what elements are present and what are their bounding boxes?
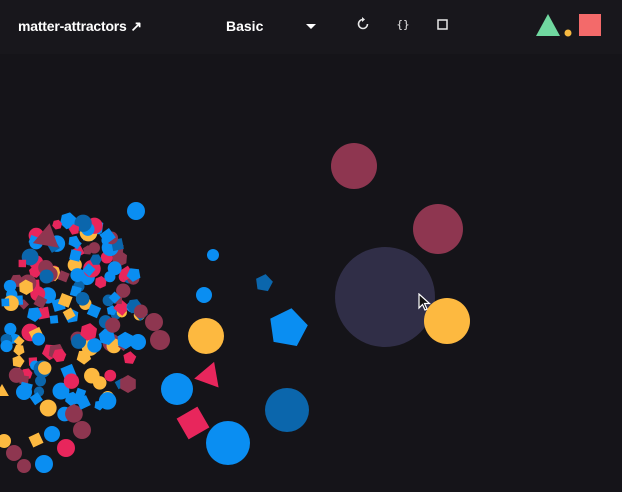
- circle-body[interactable]: [161, 373, 193, 405]
- cluster-body[interactable]: [13, 344, 25, 356]
- circle-body[interactable]: [145, 313, 163, 331]
- circle-body[interactable]: [6, 445, 22, 461]
- circle-body[interactable]: [44, 426, 60, 442]
- source-code-icon: {}: [396, 18, 409, 31]
- circle-body[interactable]: [16, 384, 32, 400]
- circle-body[interactable]: [17, 459, 31, 473]
- cluster-body[interactable]: [39, 399, 57, 417]
- polygon-body[interactable]: [176, 406, 210, 440]
- example-select-value: Basic: [226, 18, 264, 34]
- mouse-cursor-icon: [418, 293, 432, 311]
- circle-body[interactable]: [127, 202, 145, 220]
- circle-body[interactable]: [331, 143, 377, 189]
- circle-body[interactable]: [0, 434, 11, 448]
- logo-square-icon: [579, 14, 601, 36]
- polygon-body[interactable]: [28, 432, 44, 448]
- cluster-body[interactable]: [84, 367, 100, 384]
- logo-triangle-icon: [536, 14, 560, 36]
- cluster-body[interactable]: [105, 317, 121, 333]
- chevron-down-icon: [306, 24, 316, 29]
- physics-canvas[interactable]: [0, 54, 622, 492]
- circle-body[interactable]: [130, 334, 146, 350]
- cluster-body[interactable]: [87, 338, 102, 353]
- circle-body[interactable]: [150, 330, 170, 350]
- polygon-body[interactable]: [120, 375, 136, 393]
- cluster-body[interactable]: [107, 261, 122, 276]
- svg-text:{}: {}: [396, 18, 409, 31]
- source-code-button[interactable]: {}: [393, 16, 413, 36]
- example-select[interactable]: Basic: [226, 14, 318, 38]
- demo-title-link[interactable]: matter-attractors ↗: [18, 18, 142, 35]
- cluster-body[interactable]: [4, 322, 17, 336]
- matter-logo[interactable]: [536, 12, 606, 40]
- circle-body[interactable]: [265, 388, 309, 432]
- logo-dot-icon: [564, 29, 572, 37]
- cluster-body[interactable]: [123, 351, 137, 364]
- reset-icon: [357, 17, 369, 30]
- circle-body[interactable]: [57, 439, 75, 457]
- cluster-body[interactable]: [98, 392, 117, 410]
- polygon-body[interactable]: [0, 384, 9, 396]
- cluster-body[interactable]: [0, 340, 13, 353]
- circle-body[interactable]: [196, 287, 212, 303]
- circle-body[interactable]: [207, 249, 219, 261]
- circle-body[interactable]: [188, 318, 224, 354]
- cluster-body[interactable]: [39, 269, 54, 284]
- cluster-body[interactable]: [1, 298, 10, 307]
- cluster-body[interactable]: [12, 355, 25, 368]
- cluster-body[interactable]: [32, 332, 46, 346]
- cluster-body[interactable]: [104, 369, 117, 382]
- polygon-body[interactable]: [194, 361, 219, 388]
- cluster-body[interactable]: [49, 315, 59, 324]
- cluster-body[interactable]: [75, 292, 90, 306]
- fullscreen-icon: [437, 19, 448, 30]
- circle-body[interactable]: [413, 204, 463, 254]
- cluster-body[interactable]: [18, 259, 27, 268]
- circle-body[interactable]: [35, 455, 53, 473]
- reset-button[interactable]: [353, 16, 373, 36]
- cluster-body[interactable]: [35, 375, 47, 387]
- cluster-body[interactable]: [63, 373, 80, 389]
- polygon-body[interactable]: [256, 274, 273, 292]
- cluster-body[interactable]: [38, 361, 52, 375]
- fullscreen-button[interactable]: [432, 16, 452, 36]
- polygon-body[interactable]: [270, 308, 308, 346]
- cluster-body[interactable]: [70, 268, 85, 283]
- circle-body[interactable]: [73, 421, 91, 439]
- circle-body[interactable]: [206, 421, 250, 465]
- cluster-body[interactable]: [134, 304, 148, 319]
- toolbar: matter-attractors ↗ Basic {}: [0, 0, 622, 54]
